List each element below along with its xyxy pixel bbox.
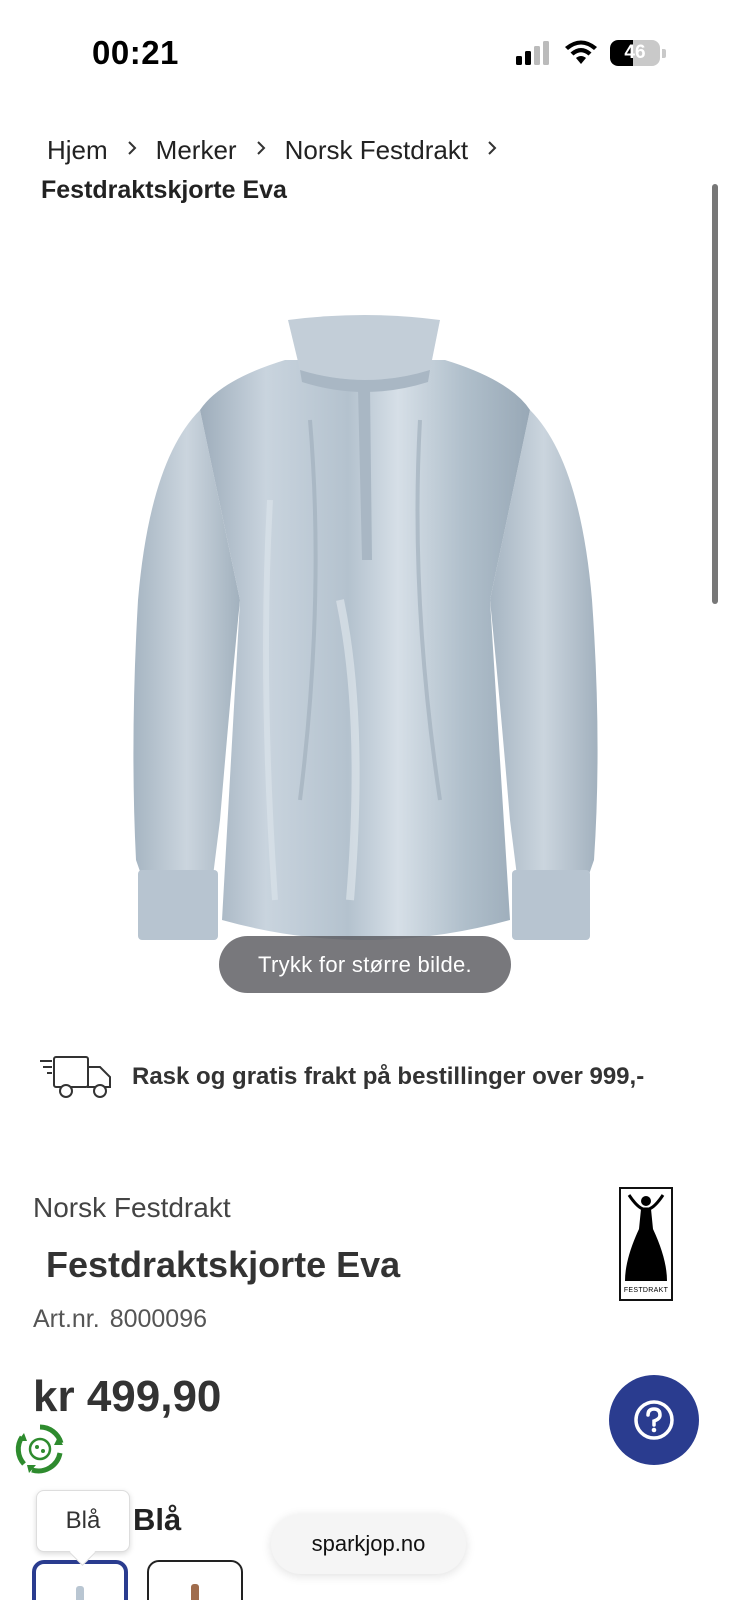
wifi-icon xyxy=(565,40,597,64)
chevron-right-icon xyxy=(114,139,150,163)
color-swatch-brown[interactable] xyxy=(147,1560,243,1600)
status-icons: 46 xyxy=(516,40,666,66)
breadcrumb-norsk-festdrakt[interactable]: Norsk Festdrakt xyxy=(279,135,475,166)
article-number: Art.nr. 8000096 xyxy=(33,1305,217,1334)
page-scrollbar[interactable] xyxy=(712,184,718,604)
article-number-value: 8000096 xyxy=(109,1305,208,1333)
shipping-info: Rask og gratis frakt på bestillinger ove… xyxy=(38,1055,644,1099)
breadcrumb-brands[interactable]: Merker xyxy=(150,135,243,166)
cellular-signal-icon xyxy=(516,41,549,65)
product-brand[interactable]: Norsk Festdrakt xyxy=(33,1192,231,1224)
eco-badge[interactable] xyxy=(14,1423,66,1475)
battery-nub xyxy=(662,48,666,58)
chevron-right-icon xyxy=(474,139,510,163)
status-time: 00:21 xyxy=(92,34,179,71)
delivery-truck-icon xyxy=(40,1056,111,1098)
status-bar: 00:21 46 xyxy=(0,0,738,100)
battery-level: 46 xyxy=(624,42,646,63)
swatch-preview xyxy=(76,1586,84,1600)
breadcrumb-home[interactable]: Hjem xyxy=(41,135,114,166)
breadcrumb-current: Festdraktskjorte Eva xyxy=(41,176,287,204)
brand-logo[interactable]: FESTDRAKT xyxy=(619,1187,673,1301)
brand-logo-text: FESTDRAKT xyxy=(623,1287,669,1294)
shipping-text: Rask og gratis frakt på bestillinger ove… xyxy=(132,1063,645,1090)
chevron-right-icon xyxy=(243,139,279,163)
color-swatch-blue[interactable] xyxy=(32,1560,128,1600)
breadcrumb-row: Hjem Merker Norsk Festdrakt xyxy=(41,135,701,166)
breadcrumb: Hjem Merker Norsk Festdrakt Festdraktskj… xyxy=(41,135,701,205)
help-question-icon xyxy=(634,1400,674,1440)
swatch-preview xyxy=(191,1584,199,1600)
help-button[interactable] xyxy=(609,1375,699,1465)
selected-color-label: Blå xyxy=(133,1502,182,1537)
eco-recycle-icon xyxy=(15,1424,64,1474)
color-tooltip: Blå xyxy=(36,1490,130,1552)
battery-icon: 46 xyxy=(610,40,660,66)
article-number-label: Art.nr. xyxy=(33,1305,100,1333)
enlarge-image-hint[interactable]: Trykk for større bilde. xyxy=(219,936,511,993)
product-price: kr 499,90 xyxy=(33,1372,222,1421)
site-address-pill[interactable]: sparkjop.no xyxy=(271,1514,466,1574)
dress-logo-icon xyxy=(625,1194,667,1281)
product-title: Festdraktskjorte Eva xyxy=(46,1244,401,1285)
product-image[interactable] xyxy=(110,300,620,960)
blouse-image xyxy=(133,315,598,940)
